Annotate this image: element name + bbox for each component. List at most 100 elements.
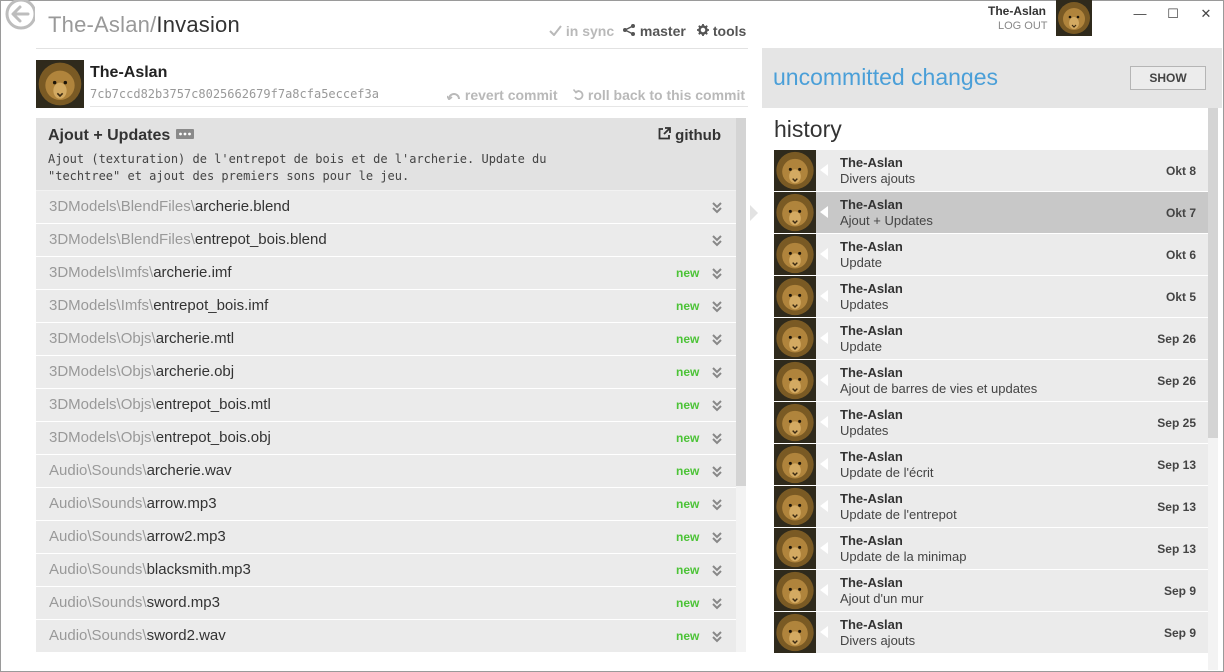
github-link[interactable]: github bbox=[658, 127, 721, 144]
history-item[interactable]: The-Aslan Update Okt 6 bbox=[774, 234, 1208, 276]
file-name: arrow.mp3 bbox=[146, 495, 217, 512]
file-path: Audio\Sounds\arrow2.mp3 bbox=[49, 528, 226, 545]
file-name: archerie.obj bbox=[155, 363, 235, 380]
maximize-button[interactable]: ☐ bbox=[1163, 6, 1183, 22]
history-date: Okt 7 bbox=[1165, 206, 1196, 220]
file-row[interactable]: Audio\Sounds\arrow.mp3 new bbox=[36, 488, 736, 521]
file-row[interactable]: Audio\Sounds\arrow2.mp3 new bbox=[36, 521, 736, 554]
revert-icon bbox=[446, 93, 460, 101]
commit-author: The-Aslan bbox=[90, 64, 168, 81]
file-path: 3DModels\Imfs\archerie.imf bbox=[49, 264, 232, 281]
repo-owner[interactable]: The-Aslan/ bbox=[48, 12, 156, 37]
file-dir: 3DModels\Objs\ bbox=[49, 363, 156, 380]
file-row[interactable]: 3DModels\Imfs\entrepot_bois.imf new bbox=[36, 290, 736, 323]
close-button[interactable]: ✕ bbox=[1196, 6, 1216, 22]
history-item[interactable]: The-Aslan Update de l'entrepot Sep 13 bbox=[774, 486, 1208, 528]
double-chevron-down-icon[interactable] bbox=[711, 463, 723, 479]
avatar bbox=[774, 360, 816, 401]
new-badge: new bbox=[676, 332, 700, 346]
double-chevron-down-icon[interactable] bbox=[711, 496, 723, 512]
file-row[interactable]: 3DModels\Objs\archerie.mtl new bbox=[36, 323, 736, 356]
file-path: 3DModels\BlendFiles\entrepot_bois.blend bbox=[49, 231, 327, 248]
file-name: archerie.imf bbox=[153, 264, 232, 281]
history-pointer bbox=[820, 500, 828, 512]
file-dir: 3DModels\BlendFiles\ bbox=[49, 231, 195, 248]
history-item[interactable]: The-Aslan Ajout de barres de vies et upda… bbox=[774, 360, 1208, 402]
history-item[interactable]: The-Aslan Updates Okt 5 bbox=[774, 276, 1208, 318]
file-row[interactable]: 3DModels\Objs\entrepot_bois.obj new bbox=[36, 422, 736, 455]
double-chevron-down-icon[interactable] bbox=[711, 265, 723, 281]
history-item[interactable]: The-Aslan Update Sep 26 bbox=[774, 318, 1208, 360]
avatar bbox=[774, 486, 816, 527]
file-row[interactable]: Audio\Sounds\archerie.wav new bbox=[36, 455, 736, 488]
history-item[interactable]: The-Aslan Ajout d'un mur Sep 9 bbox=[774, 570, 1208, 612]
files-scrollbar[interactable] bbox=[736, 118, 746, 652]
file-row[interactable]: 3DModels\BlendFiles\archerie.blend bbox=[36, 191, 736, 224]
double-chevron-down-icon[interactable] bbox=[711, 397, 723, 413]
history-pointer bbox=[820, 164, 828, 176]
file-path: 3DModels\Objs\archerie.obj bbox=[49, 363, 234, 380]
double-chevron-down-icon[interactable] bbox=[711, 199, 723, 215]
history-scrollbar[interactable] bbox=[1208, 108, 1218, 670]
double-chevron-down-icon[interactable] bbox=[711, 232, 723, 248]
history-item[interactable]: The-Aslan Updates Sep 25 bbox=[774, 402, 1208, 444]
file-path: Audio\Sounds\sword2.wav bbox=[49, 627, 226, 644]
avatar bbox=[774, 444, 816, 485]
rollback-commit-button[interactable]: roll back to this commit bbox=[572, 87, 745, 103]
branch-label: master bbox=[639, 23, 686, 39]
expand-message-icon[interactable] bbox=[176, 129, 195, 139]
history-message: Update bbox=[840, 255, 882, 270]
history-item[interactable]: The-Aslan Divers ajouts Sep 9 bbox=[774, 612, 1208, 654]
commit-message-box: Ajout + Updates Ajout (texturation) de l… bbox=[36, 118, 746, 190]
github-label: github bbox=[675, 127, 721, 144]
commit-title: Ajout + Updates bbox=[48, 127, 195, 145]
commit-sha: 7cb7ccd82b3757c8025662679f7a8cfa5eccef3a bbox=[90, 87, 379, 101]
back-arrow-icon[interactable] bbox=[3, 0, 35, 32]
file-path: Audio\Sounds\archerie.wav bbox=[49, 462, 232, 479]
file-name: entrepot_bois.mtl bbox=[155, 396, 271, 413]
avatar[interactable] bbox=[1056, 0, 1092, 36]
history-item[interactable]: The-Aslan Update de l'écrit Sep 13 bbox=[774, 444, 1208, 486]
history-pointer bbox=[820, 416, 828, 428]
file-row[interactable]: Audio\Sounds\blacksmith.mp3 new bbox=[36, 554, 736, 587]
double-chevron-down-icon[interactable] bbox=[711, 331, 723, 347]
double-chevron-down-icon[interactable] bbox=[711, 298, 723, 314]
double-chevron-down-icon[interactable] bbox=[711, 430, 723, 446]
new-badge: new bbox=[676, 431, 700, 445]
history-author: The-Aslan bbox=[840, 197, 903, 212]
history-item[interactable]: The-Aslan Update de la minimap Sep 13 bbox=[774, 528, 1208, 570]
history-item[interactable]: The-Aslan Divers ajouts Okt 8 bbox=[774, 150, 1208, 192]
file-dir: 3DModels\Objs\ bbox=[49, 330, 156, 347]
file-path: 3DModels\BlendFiles\archerie.blend bbox=[49, 198, 290, 215]
double-chevron-down-icon[interactable] bbox=[711, 529, 723, 545]
history-scrollbar-thumb[interactable] bbox=[1208, 108, 1218, 438]
tools-button[interactable]: tools bbox=[697, 23, 746, 39]
file-path: 3DModels\Objs\entrepot_bois.obj bbox=[49, 429, 271, 446]
history-date: Sep 13 bbox=[1157, 542, 1196, 556]
commit-description: Ajout (texturation) de l'entrepot de boi… bbox=[48, 152, 547, 183]
double-chevron-down-icon[interactable] bbox=[711, 364, 723, 380]
file-row[interactable]: 3DModels\Objs\entrepot_bois.mtl new bbox=[36, 389, 736, 422]
show-button[interactable]: SHOW bbox=[1130, 66, 1206, 90]
commit-details-panel: Ajout + Updates Ajout (texturation) de l… bbox=[36, 118, 746, 652]
history-pointer bbox=[820, 248, 828, 260]
history-item[interactable]: The-Aslan Ajout + Updates Okt 7 bbox=[774, 192, 1208, 234]
branch-button[interactable]: master bbox=[622, 23, 686, 39]
double-chevron-down-icon[interactable] bbox=[711, 628, 723, 644]
revert-commit-button[interactable]: revert commit bbox=[446, 87, 557, 103]
avatar bbox=[774, 276, 816, 317]
history-message: Update de l'entrepot bbox=[840, 507, 957, 522]
history-date: Sep 13 bbox=[1157, 458, 1196, 472]
double-chevron-down-icon[interactable] bbox=[711, 595, 723, 611]
history-message: Ajout d'un mur bbox=[840, 591, 924, 606]
file-row[interactable]: Audio\Sounds\sword2.wav new bbox=[36, 620, 736, 652]
file-row[interactable]: Audio\Sounds\sword.mp3 new bbox=[36, 587, 736, 620]
file-row[interactable]: 3DModels\Imfs\archerie.imf new bbox=[36, 257, 736, 290]
logout-link[interactable]: LOG OUT bbox=[998, 20, 1048, 32]
file-row[interactable]: 3DModels\Objs\archerie.obj new bbox=[36, 356, 736, 389]
minimize-button[interactable]: — bbox=[1130, 6, 1150, 21]
files-scrollbar-thumb[interactable] bbox=[736, 118, 746, 486]
file-row[interactable]: 3DModels\BlendFiles\entrepot_bois.blend bbox=[36, 224, 736, 257]
double-chevron-down-icon[interactable] bbox=[711, 562, 723, 578]
new-badge: new bbox=[676, 299, 700, 313]
